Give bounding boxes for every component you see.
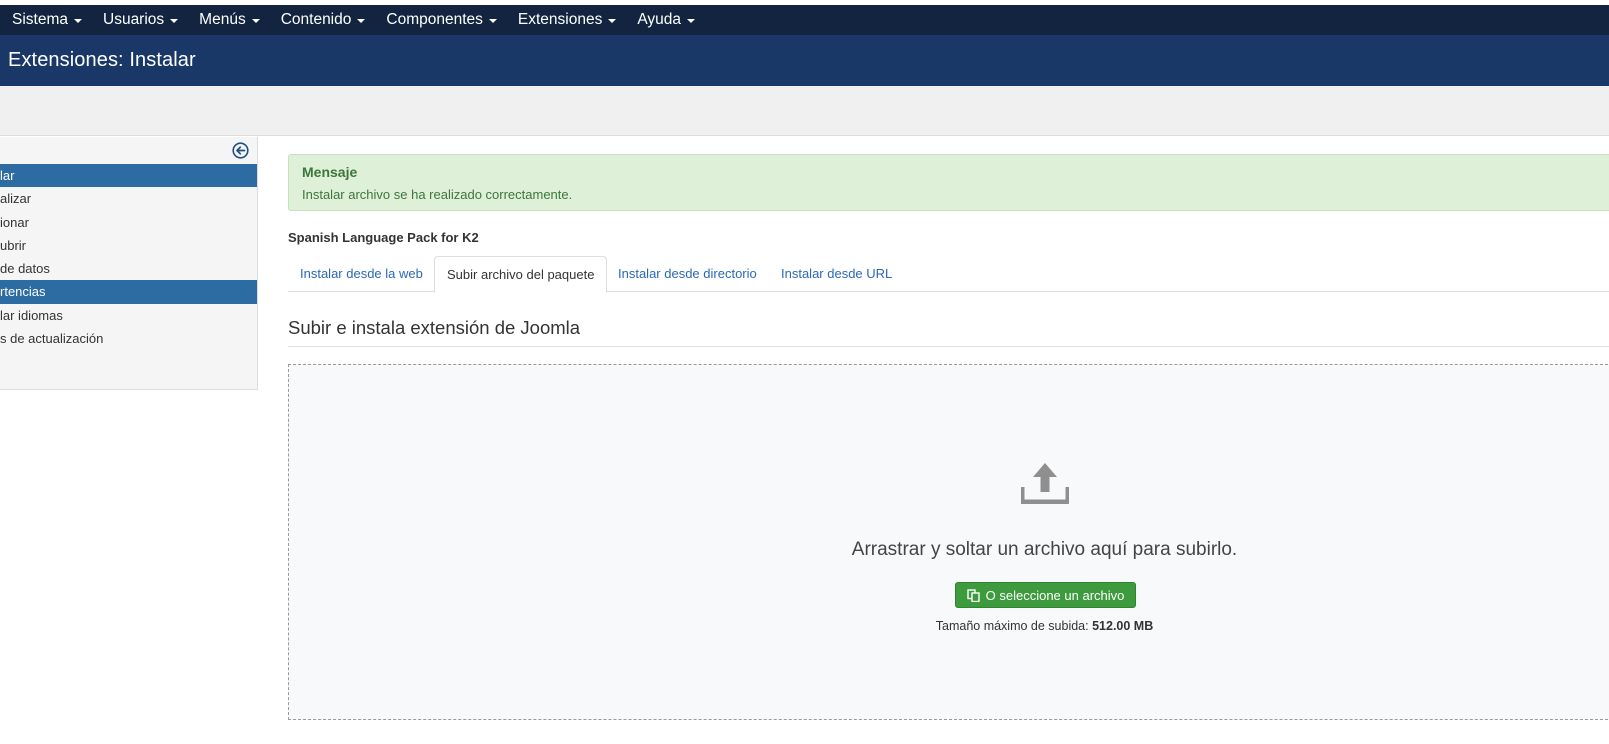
caret-down-icon: [74, 19, 82, 23]
sidebar-item-advertencias[interactable]: rtencias: [0, 280, 257, 304]
menu-menus[interactable]: Menús: [188, 5, 270, 35]
package-title: Spanish Language Pack for K2: [288, 230, 479, 245]
drop-instructions: Arrastrar y soltar un archivo aquí para …: [851, 539, 1238, 560]
install-tabs: Instalar desde la web Subir archivo del …: [288, 256, 1609, 293]
page-title: Extensiones: Instalar: [8, 49, 196, 71]
sidebar-item-actualizar[interactable]: alizar: [0, 187, 257, 210]
file-dropzone[interactable]: Arrastrar y soltar un archivo aquí para …: [288, 364, 1609, 720]
caret-down-icon: [488, 19, 497, 23]
sidebar-nav: lar alizar ionar ubrir de datos rtencias…: [0, 164, 257, 350]
select-file-label: O seleccione un archivo: [985, 587, 1125, 603]
sidebar-item-instalar-idiomas[interactable]: lar idiomas: [0, 304, 257, 327]
sidebar-item-descubrir[interactable]: ubrir: [0, 234, 257, 257]
max-upload-size: Tamaño máximo de subida: 512.00 MB: [935, 619, 1154, 633]
select-file-button[interactable]: O seleccione un archivo: [955, 582, 1136, 608]
caret-down-icon: [170, 19, 179, 23]
caret-down-icon: [251, 19, 260, 23]
alert-title: Mensaje: [302, 164, 358, 180]
caret-down-icon: [687, 19, 696, 23]
success-message: Mensaje Instalar archivo se ha realizado…: [288, 154, 1609, 211]
tab-instalar-desde-url[interactable]: Instalar desde URL: [769, 256, 904, 292]
page-header: Extensiones: Instalar: [0, 35, 1609, 86]
menu-componentes[interactable]: Componentes: [375, 5, 507, 35]
sidebar-item-base-de-datos[interactable]: de datos: [0, 257, 257, 280]
menu-usuarios[interactable]: Usuarios: [92, 5, 188, 35]
main-menu: Sistema Usuarios Menús Contenido Compone…: [0, 5, 705, 35]
tab-subir-archivo[interactable]: Subir archivo del paquete: [434, 256, 608, 293]
toolbar: [0, 86, 1609, 136]
menu-contenido[interactable]: Contenido: [270, 5, 376, 35]
sidebar-item-gestionar[interactable]: ionar: [0, 211, 257, 234]
tab-instalar-desde-web[interactable]: Instalar desde la web: [288, 256, 435, 292]
caret-down-icon: [357, 19, 366, 23]
sidebar-item-sitios-de-actualizacion[interactable]: s de actualización: [0, 327, 257, 350]
divider: [288, 346, 1609, 347]
menu-extensiones[interactable]: Extensiones: [507, 5, 626, 35]
upload-icon: [1021, 463, 1069, 504]
circle-arrow-left-icon[interactable]: [232, 142, 249, 159]
alert-body: Instalar archivo se ha realizado correct…: [302, 187, 573, 202]
tab-instalar-desde-directorio[interactable]: Instalar desde directorio: [606, 256, 769, 292]
top-menu-bar: Sistema Usuarios Menús Contenido Compone…: [0, 5, 1609, 35]
section-title: Subir e instala extensión de Joomla: [288, 317, 581, 338]
copy-icon: [966, 588, 980, 602]
sidebar-item-instalar[interactable]: lar: [0, 164, 257, 188]
caret-down-icon: [608, 19, 617, 23]
sidebar: lar alizar ionar ubrir de datos rtencias…: [0, 137, 258, 390]
menu-ayuda[interactable]: Ayuda: [626, 5, 705, 35]
menu-sistema[interactable]: Sistema: [0, 5, 92, 35]
